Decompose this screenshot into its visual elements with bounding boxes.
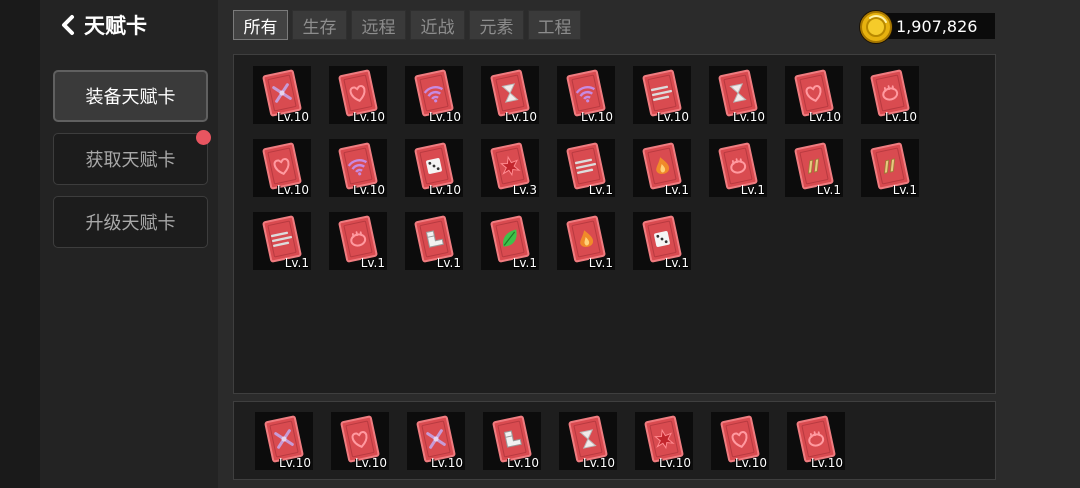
- back-button[interactable]: 天赋卡: [58, 10, 147, 40]
- card-level-label: Lv.1: [360, 256, 385, 270]
- talent-card[interactable]: Lv.1: [329, 212, 387, 270]
- card-level-label: Lv.10: [811, 456, 843, 470]
- talent-card[interactable]: Lv.10: [253, 66, 311, 124]
- talent-card[interactable]: Lv.1: [557, 212, 615, 270]
- tab-label: 生存: [302, 17, 337, 38]
- talent-card[interactable]: Lv.1: [481, 212, 539, 270]
- currency-display: 1,907,826: [858, 8, 995, 44]
- talent-card[interactable]: Lv.1: [405, 212, 463, 270]
- tab-all[interactable]: 所有: [233, 10, 288, 40]
- tab-survival[interactable]: 生存: [292, 10, 347, 40]
- talent-card[interactable]: Lv.1: [785, 139, 843, 197]
- equipped-talent-card[interactable]: Lv.10: [711, 412, 769, 470]
- tab-label: 元素: [479, 17, 514, 38]
- tab-label: 所有: [243, 17, 278, 38]
- card-level-label: Lv.10: [733, 110, 765, 124]
- left-edge-strip: [0, 0, 40, 488]
- talent-card[interactable]: Lv.1: [253, 212, 311, 270]
- equipped-talent-card[interactable]: Lv.10: [635, 412, 693, 470]
- sidebar-item-equip-talent-cards[interactable]: 装备天赋卡: [53, 70, 208, 122]
- card-level-label: Lv.10: [429, 183, 461, 197]
- card-level-label: Lv.10: [277, 110, 309, 124]
- tab-label: 工程: [537, 17, 572, 38]
- talent-card[interactable]: Lv.1: [557, 139, 615, 197]
- talent-card[interactable]: Lv.1: [861, 139, 919, 197]
- card-level-label: Lv.10: [277, 183, 309, 197]
- currency-amount: 1,907,826: [896, 16, 978, 36]
- equipped-talent-card[interactable]: Lv.10: [331, 412, 389, 470]
- sidebar-item-upgrade-talent-cards[interactable]: 升级天赋卡: [53, 196, 208, 248]
- equipped-talent-card[interactable]: Lv.10: [407, 412, 465, 470]
- tab-engineering[interactable]: 工程: [528, 10, 581, 40]
- talent-card[interactable]: Lv.1: [633, 212, 691, 270]
- tab-element[interactable]: 元素: [469, 10, 524, 40]
- card-level-label: Lv.10: [659, 456, 691, 470]
- card-level-label: Lv.1: [816, 183, 841, 197]
- equipped-talent-card[interactable]: Lv.10: [483, 412, 541, 470]
- sidebar-item-obtain-talent-cards[interactable]: 获取天赋卡: [53, 133, 208, 185]
- talent-card[interactable]: Lv.3: [481, 139, 539, 197]
- card-level-label: Lv.1: [664, 183, 689, 197]
- card-level-label: Lv.10: [429, 110, 461, 124]
- equipped-talent-card[interactable]: Lv.10: [787, 412, 845, 470]
- card-level-label: Lv.1: [436, 256, 461, 270]
- card-level-label: Lv.1: [588, 183, 613, 197]
- talent-card[interactable]: Lv.1: [633, 139, 691, 197]
- notification-dot: [196, 130, 211, 145]
- talent-card[interactable]: Lv.10: [329, 139, 387, 197]
- talent-card[interactable]: Lv.10: [253, 139, 311, 197]
- equipped-cards-bar: Lv.10 Lv.10 Lv.10 Lv.10 Lv.10 Lv.10 Lv.10 Lv.10: [233, 401, 996, 480]
- card-level-label: Lv.10: [735, 456, 767, 470]
- talent-card[interactable]: Lv.10: [633, 66, 691, 124]
- talent-card[interactable]: Lv.10: [557, 66, 615, 124]
- sidebar-item-label: 装备天赋卡: [85, 87, 176, 108]
- card-level-label: Lv.1: [588, 256, 613, 270]
- card-level-label: Lv.10: [353, 183, 385, 197]
- sidebar-item-label: 升级天赋卡: [85, 213, 176, 234]
- page-title: 天赋卡: [84, 14, 147, 38]
- talent-card[interactable]: Lv.10: [709, 66, 767, 124]
- card-level-label: Lv.10: [581, 110, 613, 124]
- card-level-label: Lv.10: [657, 110, 689, 124]
- talent-card-collection-panel: Lv.10 Lv.10 Lv.10 Lv.10 Lv.10 Lv.10 Lv.10 Lv.10…: [233, 54, 996, 394]
- tab-label: 近战: [420, 17, 455, 38]
- currency-amount-box: 1,907,826: [880, 13, 995, 39]
- equipped-talent-card[interactable]: Lv.10: [255, 412, 313, 470]
- talent-card[interactable]: Lv.10: [481, 66, 539, 124]
- tab-melee[interactable]: 近战: [410, 10, 465, 40]
- talent-card[interactable]: Lv.10: [785, 66, 843, 124]
- talent-card[interactable]: Lv.10: [405, 66, 463, 124]
- card-level-label: Lv.1: [512, 256, 537, 270]
- card-level-label: Lv.10: [809, 110, 841, 124]
- talent-card[interactable]: Lv.10: [861, 66, 919, 124]
- sidebar-item-label: 获取天赋卡: [85, 150, 176, 171]
- card-level-label: Lv.1: [284, 256, 309, 270]
- card-level-label: Lv.10: [583, 456, 615, 470]
- talent-card[interactable]: Lv.10: [329, 66, 387, 124]
- card-level-label: Lv.10: [431, 456, 463, 470]
- equipped-talent-card[interactable]: Lv.10: [559, 412, 617, 470]
- card-level-label: Lv.10: [507, 456, 539, 470]
- card-level-label: Lv.10: [353, 110, 385, 124]
- card-level-label: Lv.1: [664, 256, 689, 270]
- card-level-label: Lv.10: [885, 110, 917, 124]
- talent-card[interactable]: Lv.10: [405, 139, 463, 197]
- talent-card[interactable]: Lv.1: [709, 139, 767, 197]
- card-level-label: Lv.3: [512, 183, 537, 197]
- tab-ranged[interactable]: 远程: [351, 10, 406, 40]
- card-level-label: Lv.10: [505, 110, 537, 124]
- card-level-label: Lv.10: [355, 456, 387, 470]
- chevron-left-icon: [62, 15, 74, 35]
- card-level-label: Lv.1: [892, 183, 917, 197]
- card-level-label: Lv.1: [740, 183, 765, 197]
- card-level-label: Lv.10: [279, 456, 311, 470]
- gold-coin-icon: [859, 10, 893, 44]
- tab-label: 远程: [361, 17, 396, 38]
